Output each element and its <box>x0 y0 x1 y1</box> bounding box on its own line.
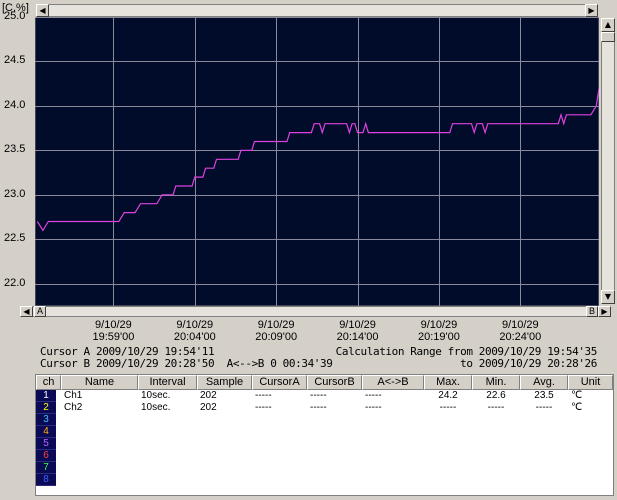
x-tick-label: 9/10/29 19:59'00 <box>78 319 148 343</box>
x-tick-date: 9/10/29 <box>420 319 458 331</box>
column-header-min[interactable]: Min. <box>472 375 520 390</box>
cell-max: 24.2 <box>438 390 458 401</box>
cell-avg: 23.5 <box>534 390 554 401</box>
column-header-cursor-b[interactable]: CursorB <box>307 375 362 390</box>
column-header-cursor-a[interactable]: CursorA <box>252 375 307 390</box>
cell-max: ----- <box>439 402 457 413</box>
x-tick-time: 20:09'00 <box>255 331 298 343</box>
column-header-name[interactable]: Name <box>61 375 138 390</box>
x-tick-time: 19:59'00 <box>92 331 135 343</box>
cell-unit: ℃ <box>571 402 583 413</box>
x-tick-label: 9/10/29 20:04'00 <box>160 319 230 343</box>
bottom-scroll-left-button[interactable]: ◀ <box>20 306 33 317</box>
cell-sample: 202 <box>200 402 217 413</box>
x-tick-label: 9/10/29 20:14'00 <box>323 319 393 343</box>
y-tick-label: 23.5 <box>4 143 26 156</box>
x-tick-time: 20:19'00 <box>418 331 460 343</box>
vertical-scroll-up-button[interactable]: ▲ <box>601 18 615 32</box>
top-scroll-right-button[interactable]: ▶ <box>585 4 598 17</box>
x-tick-date: 9/10/29 <box>95 319 132 331</box>
cell-interval: 10sec. <box>141 402 171 413</box>
cell-name: Ch2 <box>64 402 83 413</box>
column-header-max[interactable]: Max. <box>424 375 472 390</box>
y-tick-label: 24.5 <box>4 54 26 67</box>
y-tick-label: 24.0 <box>4 98 26 111</box>
bottom-scrollbar[interactable] <box>20 306 600 317</box>
top-scroll-left-button[interactable]: ◀ <box>36 4 49 17</box>
calculation-range-to: to 2009/10/29 20:28'26 <box>460 357 597 370</box>
cell-cursor-a: ----- <box>255 390 272 401</box>
cell-cursor-a: ----- <box>255 402 272 413</box>
cursor-b-info: Cursor B 2009/10/29 20:28'50 A<-->B 0 00… <box>40 357 333 370</box>
x-tick-date: 9/10/29 <box>501 319 539 331</box>
x-tick-label: 9/10/29 20:09'00 <box>241 319 311 343</box>
x-tick-time: 20:24'00 <box>499 331 542 343</box>
x-tick-date: 9/10/29 <box>257 319 295 331</box>
y-tick-label: 25.0 <box>4 10 26 22</box>
channel-number[interactable]: 2 <box>36 402 56 414</box>
cell-sample: 202 <box>200 390 217 401</box>
channel-number[interactable]: 3 <box>36 414 56 426</box>
cursor-b-marker[interactable]: B <box>586 306 598 317</box>
cell-ab: ----- <box>365 390 382 401</box>
column-header-unit[interactable]: Unit <box>568 375 613 390</box>
y-tick-label: 22.5 <box>4 232 26 245</box>
x-tick-date: 9/10/29 <box>176 319 214 331</box>
column-header-avg[interactable]: Avg. <box>520 375 568 390</box>
top-scrollbar[interactable] <box>36 4 598 17</box>
cell-min: ----- <box>487 402 505 413</box>
channel-number[interactable]: 8 <box>36 474 56 486</box>
x-tick-time: 20:04'00 <box>173 331 216 343</box>
x-tick-label: 9/10/29 20:24'00 <box>485 319 555 343</box>
vertical-scroll-down-button[interactable]: ▼ <box>601 290 615 304</box>
column-header-ab[interactable]: A<->B <box>362 375 424 390</box>
cell-avg: ----- <box>535 402 553 413</box>
cell-interval: 10sec. <box>141 390 171 401</box>
cell-cursor-b: ----- <box>310 402 327 413</box>
y-tick-label: 22.0 <box>4 276 26 289</box>
line-chart <box>35 17 599 306</box>
cell-unit: ℃ <box>571 390 583 401</box>
cell-cursor-b: ----- <box>310 390 327 401</box>
plot-area <box>35 17 599 306</box>
channel-number[interactable]: 7 <box>36 462 56 474</box>
cell-name: Ch1 <box>64 390 83 401</box>
vertical-scroll-thumb[interactable] <box>601 32 615 42</box>
column-header-sample[interactable]: Sample <box>197 375 252 390</box>
cell-ab: ----- <box>365 402 382 413</box>
column-header-interval[interactable]: Interval <box>138 375 197 390</box>
vertical-scrollbar[interactable] <box>601 18 615 304</box>
channel-number[interactable]: 1 <box>36 390 56 402</box>
x-tick-label: 9/10/29 20:19'00 <box>404 319 474 343</box>
cursor-b-marker-label: B <box>588 306 595 316</box>
x-tick-time: 20:14'00 <box>336 331 379 343</box>
column-header-ch[interactable]: ch <box>36 375 61 390</box>
cursor-a-marker[interactable]: A <box>34 306 46 317</box>
y-tick-label: 23.0 <box>4 187 26 200</box>
channel-number[interactable]: 4 <box>36 426 56 438</box>
x-tick-date: 9/10/29 <box>339 319 376 331</box>
channel-table: ch Name Interval Sample CursorA CursorB A<->B M… <box>35 374 614 496</box>
bottom-scroll-right-button[interactable]: ▶ <box>598 306 611 317</box>
cell-min: 22.6 <box>486 390 506 401</box>
channel-number[interactable]: 5 <box>36 438 56 450</box>
channel-number[interactable]: 6 <box>36 450 56 462</box>
cursor-a-marker-label: A <box>36 306 43 316</box>
